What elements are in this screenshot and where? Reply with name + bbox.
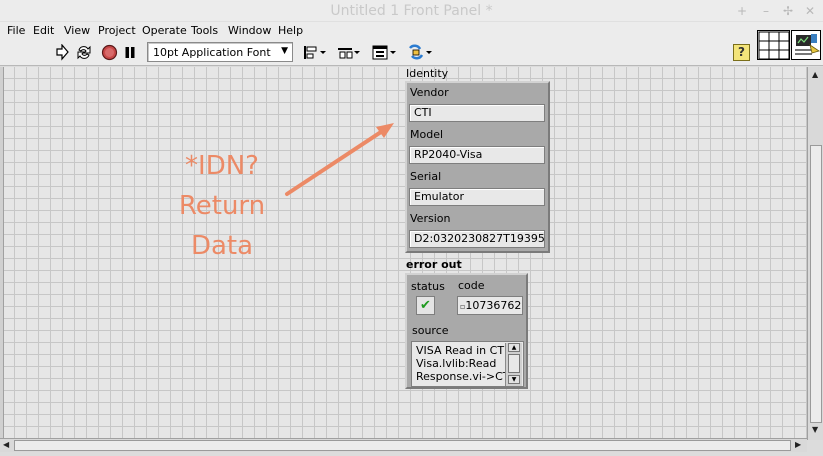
scroll-up-icon[interactable]: ▲ — [508, 343, 520, 352]
scroll-up-icon[interactable]: ▲ — [812, 70, 818, 79]
abort-icon[interactable] — [101, 44, 118, 61]
context-help-button[interactable]: ? — [733, 44, 750, 61]
annotation-line: Data — [190, 231, 254, 261]
scroll-left-icon[interactable]: ◀ — [3, 440, 9, 449]
vi-icon[interactable] — [791, 30, 821, 60]
annotation-text: *IDN? Return Data — [162, 146, 282, 266]
source-line: VISA Read in CTI- — [416, 344, 512, 357]
annotation-arrow-icon — [285, 123, 394, 196]
pause-icon[interactable] — [124, 44, 136, 61]
menu-operate[interactable]: Operate — [142, 24, 187, 37]
toolbar — [0, 39, 823, 66]
resize-objects-icon[interactable] — [371, 44, 397, 61]
source-line: Response.vi->CTI- — [416, 370, 517, 383]
title-bar: Untitled 1 Front Panel * + – ✢ ✕ — [0, 0, 823, 22]
chevron-down-icon: ▼ — [281, 46, 288, 56]
reorder-icon[interactable] — [407, 44, 433, 61]
code-label: code — [458, 279, 485, 292]
vertical-scrollbar[interactable]: ▲ ▼ — [807, 67, 823, 440]
source-scrollbar[interactable]: ▲ ▼ — [505, 343, 522, 386]
serial-label: Serial — [410, 170, 442, 183]
vertical-scroll-thumb[interactable] — [810, 145, 822, 423]
run-arrow-icon[interactable] — [55, 44, 69, 61]
distribute-objects-icon[interactable] — [337, 44, 361, 61]
code-field[interactable]: ▫107367629 — [457, 296, 523, 315]
model-field[interactable]: RP2040-Visa — [409, 146, 545, 164]
annotation-line: *IDN? — [185, 151, 259, 181]
horizontal-scrollbar[interactable]: ◀ ▶ — [0, 438, 807, 452]
menu-bar: File Edit View Project Operate Tools Win… — [0, 22, 823, 39]
source-label: source — [412, 324, 449, 337]
font-select[interactable]: 10pt Application Font ▼ — [147, 42, 293, 62]
version-label: Version — [410, 212, 451, 225]
scroll-right-icon[interactable]: ▶ — [795, 440, 801, 449]
menu-help[interactable]: Help — [278, 24, 303, 37]
annotation-line: Return — [178, 191, 266, 221]
menu-tools[interactable]: Tools — [191, 24, 218, 37]
run-continuously-icon[interactable] — [76, 44, 92, 61]
menu-view[interactable]: View — [64, 24, 90, 37]
menu-project[interactable]: Project — [98, 24, 136, 37]
model-label: Model — [410, 128, 444, 141]
scroll-down-icon[interactable]: ▼ — [812, 425, 818, 434]
close-icon[interactable]: ✕ — [802, 3, 818, 19]
version-field[interactable]: D2:0320230827T193959Z — [409, 230, 545, 248]
font-select-value: 10pt Application Font — [153, 46, 271, 59]
vendor-field[interactable]: CTI — [409, 104, 545, 122]
minimize-icon[interactable]: – — [758, 3, 774, 19]
menu-window[interactable]: Window — [228, 24, 271, 37]
pin-icon[interactable]: + — [734, 3, 750, 19]
vendor-label: Vendor — [410, 86, 449, 99]
menu-edit[interactable]: Edit — [33, 24, 54, 37]
menu-file[interactable]: File — [7, 24, 25, 37]
horizontal-scroll-thumb[interactable] — [14, 440, 791, 451]
scroll-thumb[interactable] — [508, 354, 520, 373]
window-title: Untitled 1 Front Panel * — [330, 3, 493, 19]
status-check-icon[interactable]: ✔ — [416, 296, 435, 315]
scroll-down-icon[interactable]: ▼ — [508, 375, 520, 384]
serial-field[interactable]: Emulator — [409, 188, 545, 206]
maximize-icon[interactable]: ✢ — [780, 3, 796, 19]
status-label: status — [411, 280, 445, 293]
source-line: Visa.lvlib:Read — [416, 357, 497, 370]
connector-pane-icon[interactable] — [757, 30, 790, 60]
error-out-label: error out — [406, 258, 462, 271]
identity-cluster-label: Identity — [406, 67, 449, 80]
code-value: 107367629 — [465, 299, 523, 312]
align-objects-icon[interactable] — [303, 44, 327, 61]
